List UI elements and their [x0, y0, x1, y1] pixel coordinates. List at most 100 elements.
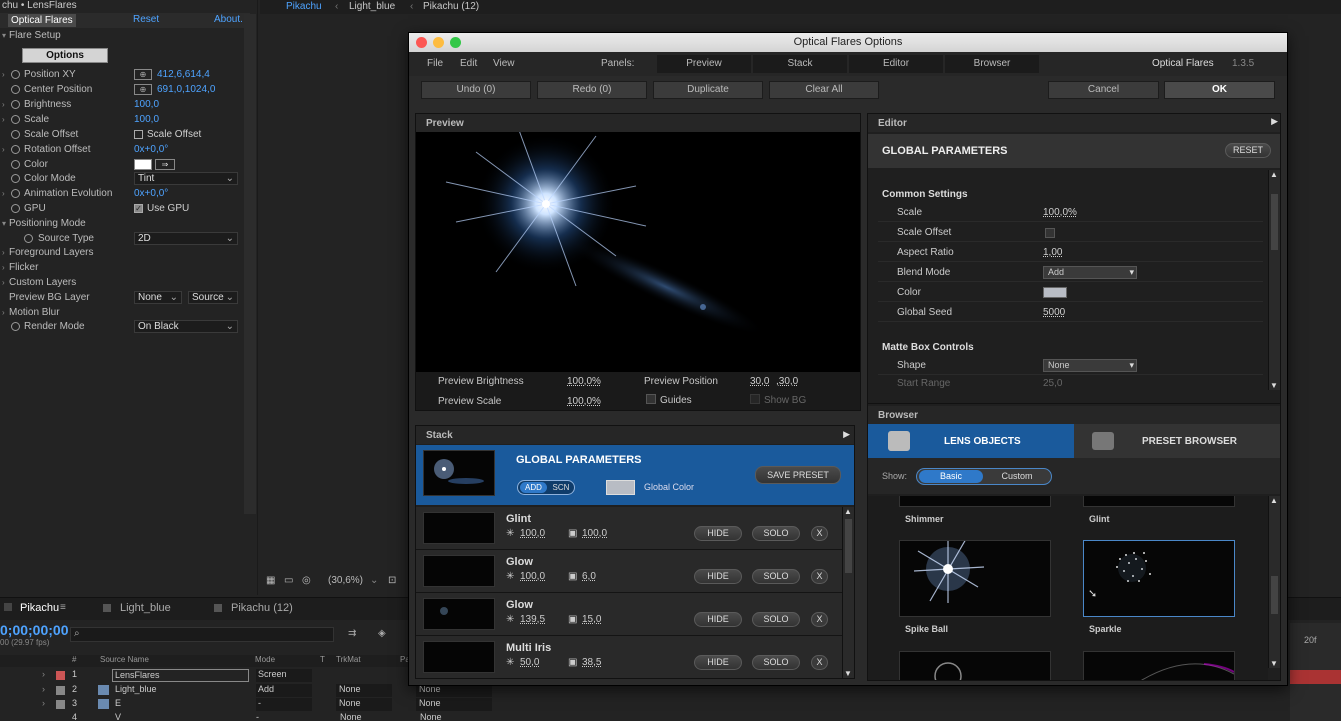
preset-browser-tab[interactable]: PRESET BROWSER — [1074, 424, 1280, 458]
add-toggle[interactable]: ADD — [520, 482, 547, 493]
scroll-down-icon[interactable]: ▼ — [1270, 659, 1278, 668]
param-center-position[interactable]: Center Position ⊕ 691,0,1024,0 — [0, 82, 250, 97]
panel-tab-editor[interactable]: Editor — [849, 55, 943, 73]
element-scale[interactable]: 100,0 — [582, 528, 607, 539]
zoom-button[interactable] — [450, 37, 461, 48]
breadcrumb-item[interactable]: Pikachu (12) — [423, 1, 479, 12]
element-brightness[interactable]: 139,5 — [520, 614, 545, 625]
tab-pikachu-12[interactable]: Pikachu (12) — [231, 602, 293, 614]
custom-layers-group[interactable]: › Custom Layers — [0, 275, 250, 290]
row-value[interactable]: 5000 — [1043, 304, 1065, 322]
editor-scrollbar[interactable]: ▲ ▼ — [1268, 170, 1280, 390]
zoom-level[interactable]: (30,6%) — [328, 575, 363, 586]
trkmat-select[interactable]: None — [336, 684, 392, 697]
remove-button[interactable]: X — [811, 655, 828, 670]
color-mode-select[interactable]: Tint ⌄ — [134, 172, 238, 185]
expand-icon[interactable]: › — [2, 305, 5, 320]
stopwatch-icon[interactable] — [11, 115, 20, 124]
global-parameters-row[interactable]: GLOBAL PARAMETERS ADD SCN Global Color S… — [416, 445, 854, 505]
stopwatch-icon[interactable] — [11, 100, 20, 109]
close-icon[interactable] — [4, 603, 12, 611]
layer-mode-select[interactable]: Screen — [256, 669, 312, 682]
remove-button[interactable]: X — [811, 526, 828, 541]
stack-row-multi-iris[interactable]: Multi Iris ✳ 50,0 ▣ 38,5 HIDE SOLO X — [416, 636, 842, 678]
layer-name[interactable]: LensFlares — [112, 669, 249, 682]
editor-row-blend-mode[interactable]: Blend Mode Add ▾ — [878, 264, 1263, 282]
element-scale[interactable]: 6,0 — [582, 571, 596, 582]
param-value[interactable]: 100,0 — [134, 97, 159, 112]
stopwatch-icon[interactable] — [24, 234, 33, 243]
render-mode-select[interactable]: On Black ⌄ — [134, 320, 238, 333]
lens-thumb-shimmer[interactable] — [899, 496, 1051, 507]
stack-row-glow-2[interactable]: Glow ✳ 139,5 ▣ 15,0 HIDE SOLO X — [416, 593, 842, 636]
panel-tab-browser[interactable]: Browser — [945, 55, 1039, 73]
expand-icon[interactable]: › — [2, 186, 5, 201]
label-color[interactable] — [56, 671, 65, 680]
menu-view[interactable]: View — [493, 58, 515, 69]
expand-icon[interactable]: › — [2, 142, 5, 157]
minimize-button[interactable] — [433, 37, 444, 48]
stopwatch-icon[interactable] — [11, 174, 20, 183]
editor-row-scale[interactable]: Scale 100,0% — [878, 204, 1263, 222]
param-value[interactable]: 691,0,1024,0 — [157, 82, 215, 97]
scroll-down-icon[interactable]: ▼ — [844, 669, 852, 678]
layer-row[interactable]: › 3 E - None None — [0, 698, 500, 712]
layer-mode-select[interactable]: Add — [256, 684, 312, 697]
menu-edit[interactable]: Edit — [460, 58, 477, 69]
param-color-mode[interactable]: Color Mode Tint ⌄ — [0, 171, 250, 186]
tab-light-blue[interactable]: Light_blue — [120, 602, 171, 614]
scroll-down-icon[interactable]: ▼ — [1270, 381, 1278, 390]
zoom-fit-icon[interactable]: ⊡ — [388, 575, 396, 586]
stopwatch-icon[interactable] — [11, 160, 20, 169]
scroll-up-icon[interactable]: ▲ — [1270, 496, 1278, 505]
stopwatch-icon[interactable] — [11, 189, 20, 198]
foreground-layers-group[interactable]: › Foreground Layers — [0, 245, 250, 260]
preview-position-x[interactable]: 30,0 — [750, 376, 769, 387]
stack-row-glint[interactable]: Glint ✳ 100,0 ▣ 100,0 HIDE SOLO X — [416, 507, 842, 550]
editor-row-start-range[interactable]: Start Range 25,0 — [878, 377, 1263, 391]
custom-toggle[interactable]: Custom — [985, 470, 1049, 483]
trkmat-select[interactable]: None — [336, 698, 392, 711]
row-value[interactable]: 1,00 — [1043, 244, 1062, 262]
element-brightness[interactable]: 100,0 — [520, 528, 545, 539]
scroll-thumb[interactable] — [845, 519, 852, 573]
stopwatch-icon[interactable] — [11, 85, 20, 94]
lens-thumb-sparkle[interactable]: ➘ — [1083, 540, 1235, 617]
param-color[interactable]: Color ⇒ — [0, 157, 250, 172]
graph-icon[interactable]: ⇉ — [348, 628, 356, 639]
duplicate-button[interactable]: Duplicate — [653, 81, 763, 99]
hide-button[interactable]: HIDE — [694, 612, 742, 627]
preview-brightness-value[interactable]: 100,0% — [567, 376, 601, 387]
show-bg-checkbox[interactable] — [750, 394, 760, 404]
preview-scale-value[interactable]: 100,0% — [567, 396, 601, 407]
expand-icon[interactable]: › — [2, 245, 5, 260]
param-value[interactable]: 100,0 — [134, 112, 159, 127]
layer-mode-select[interactable]: - — [256, 698, 312, 711]
preview-bg-source-select[interactable]: Source ⌄ — [188, 291, 238, 304]
expand-icon[interactable]: › — [42, 698, 45, 708]
panel-tab-preview[interactable]: Preview — [657, 55, 751, 73]
editor-row-scale-offset[interactable]: Scale Offset — [878, 224, 1263, 242]
grid-icon[interactable]: ▦ — [266, 575, 275, 586]
expand-icon[interactable]: › — [2, 275, 5, 290]
label-color[interactable] — [56, 700, 65, 709]
basic-toggle[interactable]: Basic — [919, 470, 983, 483]
remove-button[interactable]: X — [811, 569, 828, 584]
layer-row[interactable]: › 2 Light_blue Add None None — [0, 684, 500, 698]
tab-pikachu[interactable]: Pikachu — [20, 602, 59, 614]
expand-icon[interactable]: › — [2, 260, 5, 275]
timecode[interactable]: 0;00;00;00 — [0, 622, 69, 638]
scrollbar[interactable] — [244, 14, 256, 514]
close-window-button[interactable] — [416, 37, 427, 48]
remove-button[interactable]: X — [811, 612, 828, 627]
lens-thumb-glint[interactable] — [1083, 496, 1235, 507]
element-brightness[interactable]: 50,0 — [520, 657, 539, 668]
expand-icon[interactable]: › — [2, 97, 5, 112]
guides-checkbox[interactable] — [646, 394, 656, 404]
solo-button[interactable]: SOLO — [752, 612, 800, 627]
hide-button[interactable]: HIDE — [694, 569, 742, 584]
editor-row-global-seed[interactable]: Global Seed 5000 — [878, 304, 1263, 322]
crosshair-icon[interactable]: ⊕ — [134, 69, 152, 80]
layer-name[interactable]: E — [115, 698, 121, 708]
timeline-ruler[interactable]: 20f — [1290, 623, 1341, 721]
